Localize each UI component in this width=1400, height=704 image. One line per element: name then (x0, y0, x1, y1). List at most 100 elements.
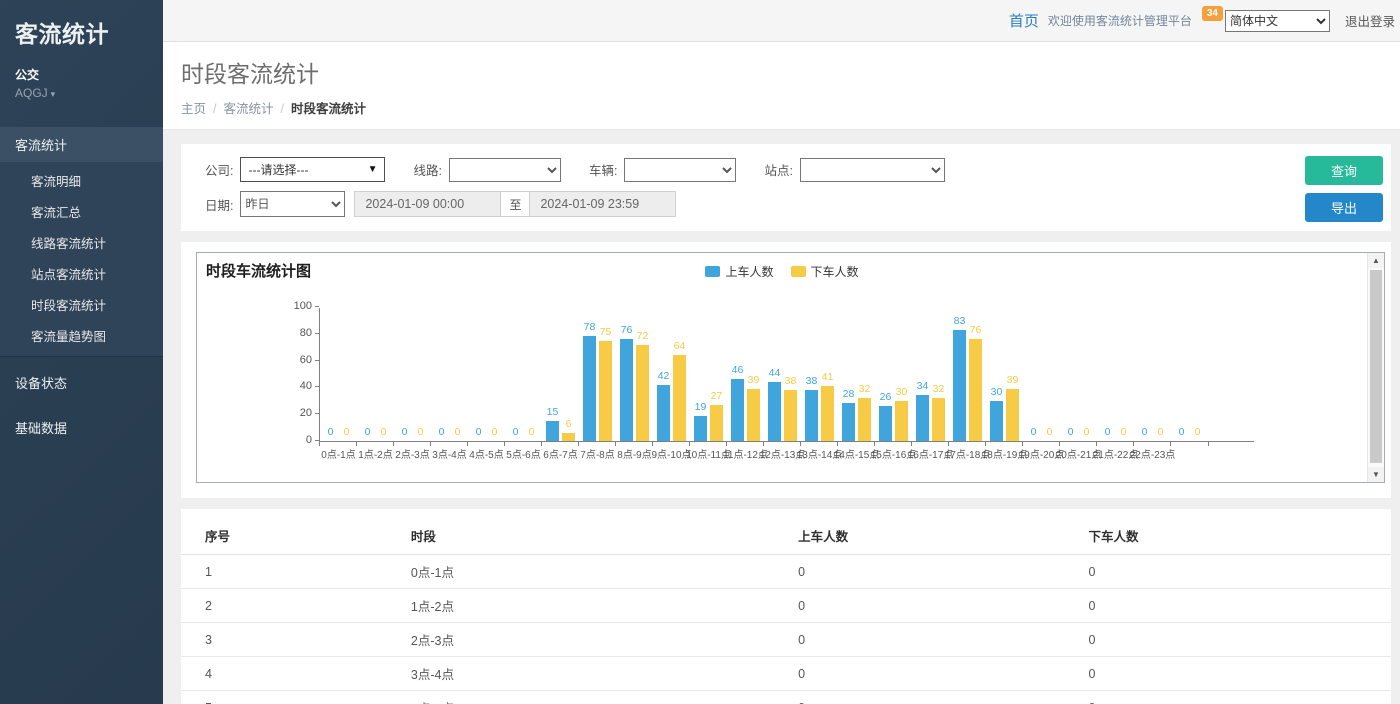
bar-value-label: 0 (402, 426, 408, 438)
table-cell: 0 (798, 623, 1088, 657)
date-preset-select[interactable]: 昨日 (240, 191, 345, 217)
bar-value-label: 6 (566, 418, 572, 430)
breadcrumb-home[interactable]: 主页 (181, 102, 206, 116)
bar-value-label: 0 (1142, 426, 1148, 438)
main-area: 首页 欢迎使用客流统计管理平台 34 简体中文 退出登录 时段客流统计 主页/客… (163, 0, 1400, 704)
date-range: 至 (354, 191, 676, 217)
station-select[interactable] (800, 158, 945, 182)
bar-value-label: 0 (1179, 426, 1185, 438)
bar-value-label: 28 (843, 388, 855, 400)
chart-bar: 30 (990, 401, 1003, 441)
chart-category: 1566点-7点 (542, 308, 579, 441)
language-select[interactable]: 简体中文 (1225, 10, 1330, 32)
user-dropdown[interactable]: AQGJ▾ (15, 86, 148, 100)
notification-badge[interactable]: 34 (1202, 6, 1223, 21)
y-axis-tick (315, 306, 319, 307)
line-label: 线路: (413, 160, 441, 179)
x-axis-label: 3点-4点 (432, 446, 466, 461)
chart-category: 78757点-8点 (579, 308, 616, 441)
y-axis-tick (315, 413, 319, 414)
menu-root-device-status: 设备状态 (0, 363, 163, 402)
home-link[interactable]: 首页 (1009, 10, 1039, 31)
y-axis-label: 20 (300, 408, 312, 419)
scrollbar-thumb[interactable] (1370, 270, 1382, 463)
station-label: 站点: (764, 160, 792, 179)
sidebar-subitem-站点客流统计[interactable]: 站点客流统计 (0, 258, 163, 289)
line-select[interactable] (449, 158, 561, 182)
scrollbar-up-arrow-icon[interactable]: ▲ (1368, 253, 1384, 268)
x-axis-label: 6点-7点 (543, 446, 577, 461)
logout-link[interactable]: 退出登录 (1345, 11, 1395, 30)
company-select[interactable]: ---请选择--- ▼ (240, 157, 385, 182)
date-label: 日期: (205, 195, 233, 214)
date-to-input[interactable] (529, 191, 676, 217)
chart-bar: 41 (821, 386, 834, 441)
chart-bar: 6 (562, 433, 575, 441)
y-axis-tick (315, 440, 319, 441)
bar-value-label: 0 (1195, 426, 1201, 438)
chart-category: 343216点-17点 (912, 308, 949, 441)
sidebar-item-device-status[interactable]: 设备状态 (0, 363, 163, 402)
chevron-down-icon: ▾ (51, 89, 56, 99)
bar-value-label: 0 (513, 426, 519, 438)
chart-bar: 44 (768, 382, 781, 441)
bar-value-label: 30 (991, 386, 1003, 398)
chart-category: 005点-6点 (505, 308, 542, 441)
menu-root-base-data: 基础数据 (0, 408, 163, 447)
bar-value-label: 27 (711, 390, 723, 402)
table-row: 21点-2点00 (181, 589, 1391, 623)
bar-value-label: 42 (658, 370, 670, 382)
table-cell: 0 (1088, 589, 1391, 623)
sidebar-subitem-时段客流统计[interactable]: 时段客流统计 (0, 289, 163, 320)
chart-category: 004点-5点 (468, 308, 505, 441)
vehicle-select[interactable] (624, 158, 736, 182)
sidebar-subitem-客流量趋势图[interactable]: 客流量趋势图 (0, 320, 163, 351)
sidebar-subitem-客流汇总[interactable]: 客流汇总 (0, 196, 163, 227)
bar-value-label: 76 (621, 324, 633, 336)
export-button[interactable]: 导出 (1305, 193, 1383, 222)
bar-value-label: 34 (917, 380, 929, 392)
filter-panel: 公司: ---请选择--- ▼ 线路: 车辆: 站点: (181, 144, 1391, 231)
header-index: 序号 (181, 517, 411, 555)
bar-value-label: 38 (785, 375, 797, 387)
table-cell: 2 (181, 589, 411, 623)
bar-value-label: 0 (492, 426, 498, 438)
breadcrumb-passenger-stats[interactable]: 客流统计 (224, 102, 274, 116)
chart-bar: 27 (710, 405, 723, 441)
chart-bar: 46 (731, 379, 744, 441)
chart-category: 0022点-23点 (1134, 308, 1171, 441)
dropdown-arrow-icon: ▼ (368, 164, 378, 175)
legend-item[interactable]: 下车人数 (791, 263, 859, 280)
chart-category: 263015点-16点 (875, 308, 912, 441)
y-axis-label: 40 (300, 381, 312, 392)
sidebar-item-base-data[interactable]: 基础数据 (0, 408, 163, 447)
chart-bar: 32 (932, 398, 945, 441)
chart-bar: 39 (1006, 389, 1019, 441)
table-cell: 0 (798, 657, 1088, 691)
page-title: 时段客流统计 (181, 55, 1382, 89)
result-table-panel: 序号 时段 上车人数 下车人数 10点-1点0021点-2点0032点-3点00… (181, 509, 1391, 704)
scrollbar-down-arrow-icon[interactable]: ▼ (1368, 467, 1384, 482)
table-row: 32点-3点00 (181, 623, 1391, 657)
date-to-label: 至 (501, 191, 529, 217)
bar-value-label: 0 (344, 426, 350, 438)
table-cell: 3 (181, 623, 411, 657)
chart-category: 443812点-13点 (764, 308, 801, 441)
table-cell: 1点-2点 (411, 589, 798, 623)
sidebar-subitem-线路客流统计[interactable]: 线路客流统计 (0, 227, 163, 258)
chart-category: 303918点-19点 (986, 308, 1023, 441)
top-navbar: 首页 欢迎使用客流统计管理平台 34 简体中文 退出登录 (163, 0, 1400, 42)
header-alighting: 下车人数 (1088, 517, 1391, 555)
bar-value-label: 0 (381, 426, 387, 438)
legend-label: 上车人数 (725, 263, 773, 280)
sidebar-item-passenger-stats[interactable]: 客流统计 (0, 127, 163, 162)
chart-box: 时段车流统计图 上车人数下车人数 000点-1点001点-2点002点-3点00… (196, 252, 1385, 483)
query-button[interactable]: 查询 (1305, 156, 1383, 185)
table-cell: 5 (181, 691, 411, 704)
x-axis-label: 7点-8点 (580, 446, 614, 461)
sidebar-subitem-客流明细[interactable]: 客流明细 (0, 165, 163, 196)
chart-vertical-scrollbar[interactable]: ▲ ▼ (1367, 253, 1384, 482)
app-title: 客流统计 (0, 0, 163, 49)
date-from-input[interactable] (354, 191, 501, 217)
legend-item[interactable]: 上车人数 (705, 263, 773, 280)
